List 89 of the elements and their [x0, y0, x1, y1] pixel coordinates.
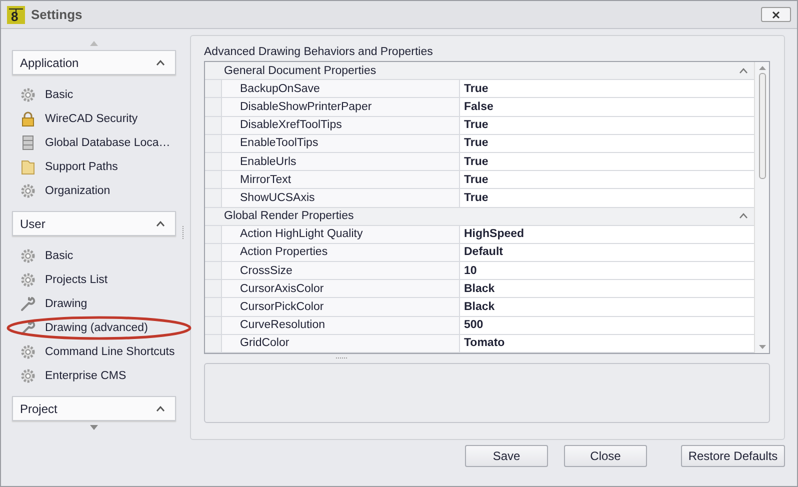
nav-item-label: Basic — [45, 89, 74, 101]
property-name: Action Properties — [222, 244, 460, 262]
property-name: EnableUrls — [222, 152, 460, 170]
property-name: EnableToolTips — [222, 134, 460, 152]
chevron-icon — [739, 68, 748, 74]
nav-item[interactable]: Drawing — [20, 292, 176, 316]
nav-item[interactable]: Organization — [20, 179, 176, 203]
nav-item-label: Command Line Shortcuts — [45, 346, 175, 358]
property-value[interactable]: False — [460, 98, 754, 116]
property-name: CrossSize — [222, 262, 460, 280]
gear-icon — [20, 183, 36, 199]
property-name: MirrorText — [222, 171, 460, 188]
close-icon — [772, 10, 780, 18]
gear-icon — [20, 87, 36, 103]
wrench-icon — [20, 296, 36, 312]
group-header[interactable]: Project — [12, 396, 176, 421]
property-value[interactable]: True — [460, 116, 754, 134]
splitter-grip-icon[interactable] — [182, 224, 185, 240]
close-button[interactable] — [761, 7, 791, 22]
nav-item[interactable]: Command Line Shortcuts — [20, 340, 176, 364]
chevron-icon — [156, 406, 165, 412]
nav-item-label: Enterprise CMS — [45, 370, 126, 382]
group-label: User — [20, 216, 46, 230]
property-name: GridColor — [222, 334, 460, 352]
property-name: CursorAxisColor — [222, 280, 460, 298]
property-value[interactable]: True — [460, 189, 754, 206]
nav-item[interactable]: Support Paths — [20, 155, 176, 179]
group-header[interactable]: User — [12, 211, 176, 236]
nav-item[interactable]: Projects List — [20, 268, 176, 292]
scroll-up-icon[interactable] — [90, 41, 98, 46]
property-value[interactable]: 500 — [460, 316, 754, 334]
property-value[interactable]: True — [460, 80, 754, 98]
dialog-button[interactable]: Close — [564, 445, 647, 467]
property-value[interactable]: True — [460, 134, 754, 152]
property-value[interactable]: True — [460, 152, 754, 170]
dialog-button[interactable]: Save — [465, 445, 548, 467]
property-value[interactable]: Black — [460, 298, 754, 316]
property-name: DisableXrefToolTips — [222, 116, 460, 134]
property-name: BackupOnSave — [222, 80, 460, 98]
nav-item[interactable]: Basic — [20, 83, 176, 107]
scroll-down-icon[interactable] — [90, 425, 98, 430]
nav-item[interactable]: Global Database Loca… — [20, 131, 176, 155]
resize-grip-icon[interactable] — [336, 357, 348, 360]
nav-item-label: Drawing (advanced) — [45, 322, 148, 334]
scrollbar[interactable] — [754, 62, 769, 353]
database-icon — [20, 135, 36, 151]
nav-item-label: Organization — [45, 185, 110, 197]
property-name: CursorPickColor — [222, 298, 460, 316]
property-value[interactable]: Tomato — [460, 334, 754, 352]
nav-item[interactable]: Basic — [20, 244, 176, 268]
category-label: General Document Properties — [224, 64, 376, 77]
nav-item-label: Global Database Loca… — [45, 137, 170, 149]
property-value[interactable]: 10 — [460, 262, 754, 280]
nav-item-label: Support Paths — [45, 161, 118, 173]
scroll-down-icon[interactable] — [758, 345, 766, 349]
property-name: ShowUCSAxis — [222, 189, 460, 206]
chevron-icon — [156, 220, 165, 226]
property-value[interactable]: True — [460, 171, 754, 188]
chevron-icon — [156, 60, 165, 66]
nav-item[interactable]: WireCAD Security — [20, 107, 176, 131]
group-header[interactable]: Application — [12, 50, 176, 75]
dialog-button[interactable]: Restore Defaults — [681, 445, 785, 467]
nav-item-label: Basic — [45, 250, 74, 262]
window-title: Settings — [31, 7, 84, 22]
scrollbar-thumb[interactable] — [758, 73, 766, 179]
property-value[interactable]: HighSpeed — [460, 226, 754, 243]
nav-item[interactable]: Enterprise CMS — [20, 364, 176, 388]
nav-item-label: Drawing — [45, 298, 88, 310]
group-label: Application — [20, 56, 79, 70]
nav-item-label: WireCAD Security — [45, 113, 138, 125]
property-value[interactable]: Black — [460, 280, 754, 298]
scroll-up-icon[interactable] — [758, 66, 766, 70]
property-name: CurveResolution — [222, 316, 460, 334]
app-logo-icon: 8 — [7, 6, 25, 24]
nav-item-label: Projects List — [45, 274, 108, 286]
padlock-icon — [20, 111, 36, 127]
gear-icon — [20, 272, 36, 288]
panel-title: Advanced Drawing Behaviors and Properties — [204, 46, 434, 58]
gear-icon — [20, 344, 36, 360]
property-name: DisableShowPrinterPaper — [222, 98, 460, 116]
category-row[interactable]: Global Render Properties — [205, 208, 754, 226]
property-name: Action HighLight Quality — [222, 226, 460, 243]
chevron-icon — [739, 213, 748, 220]
property-value[interactable]: Default — [460, 244, 754, 262]
category-label: Global Render Properties — [224, 210, 354, 222]
folder-icon — [20, 159, 36, 175]
group-label: Project — [20, 402, 58, 416]
gear-icon — [20, 368, 36, 384]
gear-icon — [20, 248, 36, 264]
